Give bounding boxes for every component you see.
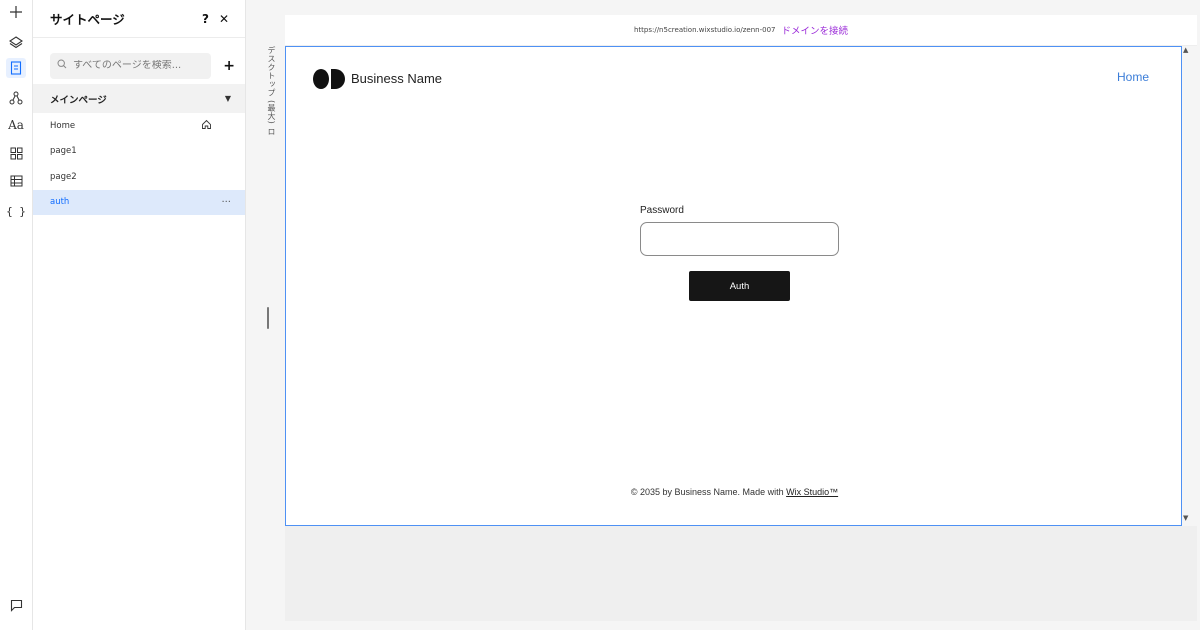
scroll-up-arrow-icon[interactable]: ▲ xyxy=(1183,46,1188,54)
page-item-label: page1 xyxy=(50,146,77,157)
site-footer: © 2035 by Business Name. Made with Wix S… xyxy=(286,487,1183,497)
page-item-auth[interactable]: auth ··· xyxy=(33,189,245,215)
page-item-label: Home xyxy=(50,120,76,131)
caret-down-icon[interactable]: ▼ xyxy=(225,94,231,103)
panel-header: サイトページ ? ✕ xyxy=(33,0,245,38)
more-options-icon[interactable]: ··· xyxy=(221,197,231,208)
help-icon[interactable]: ? xyxy=(202,12,209,26)
page-search-box[interactable] xyxy=(50,52,212,79)
close-icon[interactable]: ✕ xyxy=(219,12,229,26)
section-label: メインページ xyxy=(50,94,107,106)
site-pages-panel: サイトページ ? ✕ + メインページ ▼ Home page1 page2 a… xyxy=(33,0,246,630)
page-item-label: auth xyxy=(50,197,70,208)
page-item-page2[interactable]: page2 xyxy=(33,164,245,190)
site-logo[interactable] xyxy=(313,69,345,89)
connect-domain-link[interactable]: ドメインを接続 xyxy=(782,23,849,37)
auth-button[interactable]: Auth xyxy=(689,271,790,301)
password-label: Password xyxy=(640,205,684,216)
home-icon xyxy=(201,119,212,133)
page-item-label: page2 xyxy=(50,171,77,182)
text-theme-icon[interactable]: Aa xyxy=(6,115,26,135)
nav-home-link[interactable]: Home xyxy=(1117,70,1149,84)
sitemap-icon[interactable] xyxy=(6,88,26,108)
canvas-below-area xyxy=(285,526,1197,621)
url-bar: https://n5creation.wixstudio.io/zenn-007… xyxy=(285,15,1197,46)
chat-icon[interactable] xyxy=(6,595,26,615)
main-pages-section[interactable]: メインページ ▼ xyxy=(33,84,245,113)
search-icon xyxy=(57,59,67,72)
add-page-button[interactable]: + xyxy=(223,58,235,74)
pages-icon[interactable] xyxy=(6,58,26,78)
add-icon[interactable] xyxy=(6,2,26,22)
business-name[interactable]: Business Name xyxy=(351,71,442,86)
panel-title: サイトページ xyxy=(50,12,125,27)
page-canvas[interactable]: Business Name Home Password Auth © 2035 … xyxy=(285,46,1182,526)
cms-icon[interactable] xyxy=(6,171,26,191)
footer-text: © 2035 by Business Name. Made with xyxy=(630,487,787,497)
logo-circle-icon xyxy=(313,69,329,89)
wix-studio-link[interactable]: Wix Studio™ xyxy=(786,487,838,497)
logo-half-circle-icon xyxy=(331,69,345,89)
viewport-label[interactable]: デスクトップ (最大) ロ xyxy=(266,46,277,136)
left-toolbar: Aa { } xyxy=(0,0,33,630)
apps-icon[interactable] xyxy=(6,143,26,163)
page-item-home[interactable]: Home xyxy=(33,113,245,139)
site-url: https://n5creation.wixstudio.io/zenn-007 xyxy=(633,26,776,34)
resize-handle[interactable] xyxy=(267,307,269,329)
search-input[interactable] xyxy=(73,60,203,71)
page-item-page1[interactable]: page1 xyxy=(33,139,245,165)
password-input[interactable] xyxy=(640,222,839,256)
scroll-down-arrow-icon[interactable]: ▼ xyxy=(1183,514,1188,522)
layers-icon[interactable] xyxy=(6,32,26,52)
code-icon[interactable]: { } xyxy=(6,201,26,221)
